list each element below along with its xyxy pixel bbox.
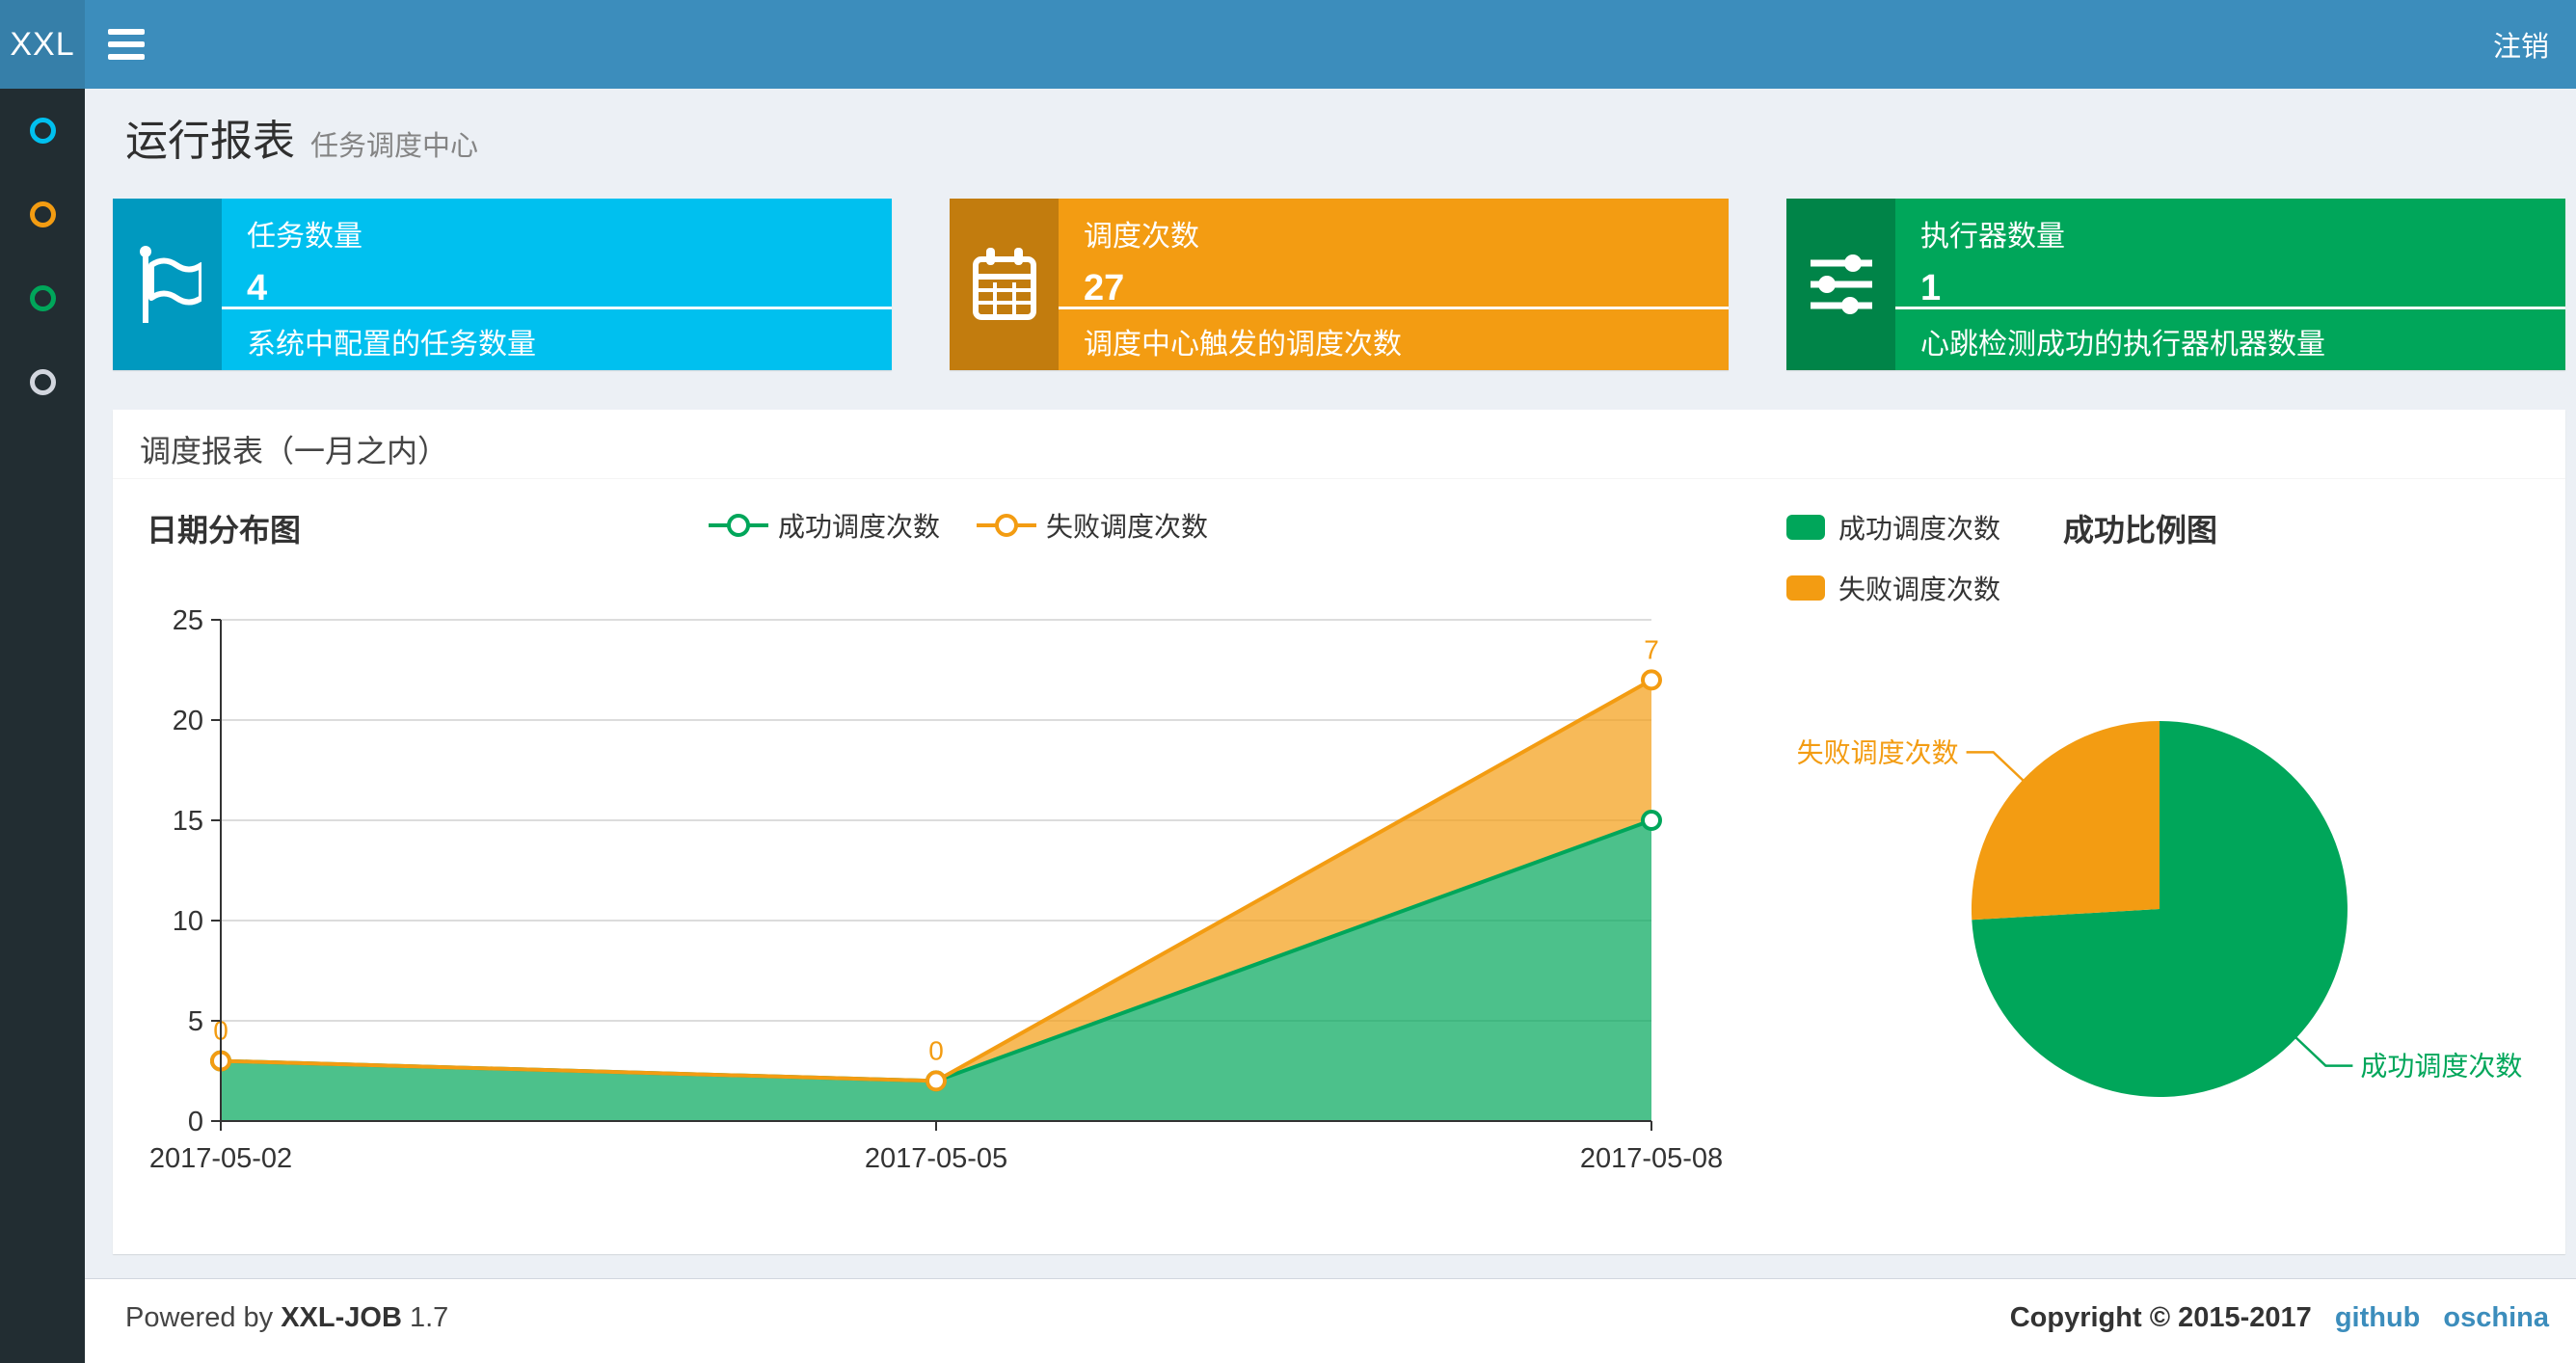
sidebar-nav (0, 89, 85, 1363)
main-footer: Powered by XXL-JOB 1.7 Copyright © 2015-… (85, 1278, 2576, 1363)
info-box-executors: 执行器数量 1 心跳检测成功的执行器机器数量 (1786, 199, 2565, 370)
footer-copyright: Copyright © 2015-2017 github oschina (2010, 1302, 2549, 1334)
charts-canvas: 00705101520252017-05-022017-05-052017-05… (149, 605, 2523, 1174)
divider (1895, 307, 2565, 309)
page-title: 运行报表 (125, 118, 295, 165)
info-box-content: 调度次数 27 调度中心触发的调度次数 (1059, 199, 1729, 370)
info-box-content: 执行器数量 1 心跳检测成功的执行器机器数量 (1895, 199, 2565, 370)
info-box-title: 任务数量 (247, 221, 362, 253)
sidebar-toggle-button[interactable] (108, 0, 166, 89)
info-box-content: 任务数量 4 系统中配置的任务数量 (222, 199, 892, 370)
info-box-icon-area (113, 199, 222, 370)
pie-label: 成功调度次数 (2360, 1052, 2522, 1082)
sidebar-item[interactable] (0, 340, 85, 424)
sidebar-item[interactable] (0, 173, 85, 256)
info-box-title: 调度次数 (1084, 221, 1199, 253)
footer-powered-by: Powered by XXL-JOB 1.7 (125, 1302, 448, 1334)
sidebar-item[interactable] (0, 89, 85, 173)
page-subtitle: 任务调度中心 (310, 131, 479, 162)
page-header: 运行报表 任务调度中心 (125, 106, 478, 168)
point-label: 0 (928, 1035, 944, 1065)
top-navbar: XXL 注销 (0, 0, 2576, 89)
info-box-triggers: 调度次数 27 调度中心触发的调度次数 (950, 199, 1729, 370)
info-box-description: 系统中配置的任务数量 (247, 329, 536, 361)
circle-icon (29, 201, 56, 227)
info-box-value: 1 (1920, 268, 1942, 308)
flag-icon (139, 246, 201, 323)
circle-icon (29, 285, 56, 311)
info-box-title: 执行器数量 (1920, 221, 2065, 253)
info-box-value: 27 (1084, 268, 1125, 308)
hamburger-icon (108, 29, 145, 35)
y-tick-label: 10 (173, 906, 203, 937)
pie-label-line (2294, 1035, 2353, 1067)
oschina-link[interactable]: oschina (2443, 1302, 2549, 1334)
powered-by-text: Powered by (125, 1302, 274, 1333)
info-box-icon-area (1786, 199, 1895, 370)
circle-icon (29, 369, 56, 395)
info-box-value: 4 (247, 268, 268, 308)
pie-label: 失败调度次数 (1797, 737, 1959, 767)
data-point[interactable] (1641, 810, 1662, 831)
copyright-text: Copyright © 2015-2017 (2009, 1302, 2312, 1333)
y-tick-label: 25 (173, 605, 203, 636)
product-version: 1.7 (409, 1302, 449, 1333)
hamburger-icon (108, 41, 145, 47)
y-tick-label: 15 (173, 806, 203, 837)
y-tick-label: 0 (188, 1107, 203, 1137)
sidebar-item[interactable] (0, 256, 85, 340)
divider (222, 307, 892, 309)
point-label: 7 (1644, 634, 1659, 664)
circle-icon (29, 118, 56, 144)
info-box-jobs: 任务数量 4 系统中配置的任务数量 (113, 199, 892, 370)
x-tick-label: 2017-05-08 (1580, 1143, 1723, 1174)
info-box-description: 调度中心触发的调度次数 (1084, 329, 1402, 361)
y-tick-label: 5 (188, 1006, 203, 1037)
info-box-icon-area (950, 199, 1059, 370)
data-point[interactable] (926, 1070, 947, 1092)
x-tick-label: 2017-05-02 (149, 1143, 292, 1174)
divider (1059, 307, 1729, 309)
schedule-report-panel: 调度报表（一月之内） 日期分布图 成功比例图 成功调度次数 失败调度次数 成功调度… (113, 410, 2565, 1254)
calendar-icon (972, 248, 1036, 320)
x-tick-label: 2017-05-05 (865, 1143, 1007, 1174)
data-point[interactable] (1641, 669, 1662, 691)
logout-button[interactable]: 注销 (2466, 0, 2576, 89)
sliders-icon (1810, 254, 1872, 314)
product-name: XXL-JOB (281, 1302, 402, 1333)
pie-label-line (1966, 751, 2026, 783)
app-logo[interactable]: XXL (0, 0, 85, 89)
hamburger-icon (108, 54, 145, 60)
github-link[interactable]: github (2335, 1302, 2421, 1334)
info-box-description: 心跳检测成功的执行器机器数量 (1920, 329, 2325, 361)
xxl-job-dashboard: XXL 注销 运行报表 任务调度中心 任务数量 4 系统中配置的任务数量 调度次… (0, 0, 2576, 1363)
pie-slice-失败调度次数[interactable] (1971, 721, 2160, 921)
y-tick-label: 20 (173, 706, 203, 736)
